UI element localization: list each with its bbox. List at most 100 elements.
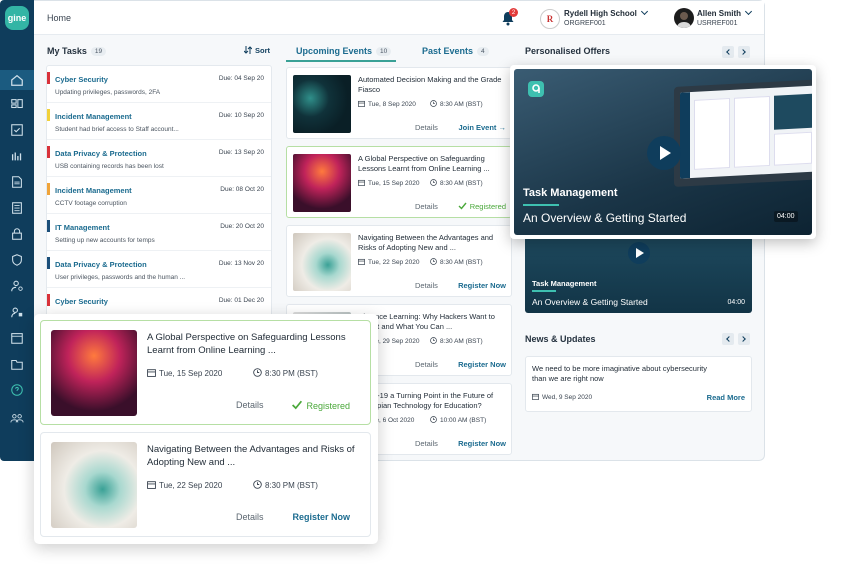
school-name: Rydell High School [564,9,637,18]
clock-icon [430,258,437,265]
team-icon[interactable] [7,410,27,426]
lock-icon[interactable] [7,226,27,242]
event-card[interactable]: A Global Perspective on Safeguarding Les… [286,146,512,218]
event-thumbnail [293,75,351,133]
event-action-label: Registered [306,401,350,411]
reports-icon[interactable] [7,148,27,164]
shield-icon[interactable] [7,252,27,268]
details-link[interactable]: Details [415,202,438,211]
news-prev-button[interactable] [722,333,734,345]
details-link[interactable]: Details [236,512,264,522]
event-time: 8:30 PM (BST) [253,368,318,378]
event-date-text: Tue, 22 Sep 2020 [159,481,223,490]
event-card[interactable]: Navigating Between the Advantages and Ri… [286,225,512,297]
event-title: Navigating Between the Advantages and Ri… [358,233,494,252]
tasks-list-icon[interactable] [7,200,27,216]
breadcrumb[interactable]: Home [47,13,71,23]
event-date-text: Tue, 8 Sep 2020 [368,101,416,108]
avatar[interactable] [674,8,694,28]
task-due-date: Due: 20 Oct 20 [220,223,264,230]
task-title: Cyber Security [55,75,108,84]
preview-panel [774,93,812,130]
calendar-icon [358,179,365,186]
task-due-date: Due: 01 Dec 20 [218,297,264,304]
task-row[interactable]: IT Management Due: 20 Oct 20 Setting up ne… [47,214,271,251]
admin-icon[interactable] [7,304,27,320]
read-more-link[interactable]: Read More [707,393,745,402]
school-switcher[interactable]: Rydell High School [564,7,648,18]
event-title: Navigating Between the Advantages and Ri… [147,444,355,468]
sort-icon [244,46,252,54]
task-row[interactable]: Incident Management Due: 10 Sep 20 Student… [47,103,271,140]
offer-card-accent [532,290,556,292]
event-card[interactable]: Automated Decision Making and the Grade … [286,67,512,139]
dashboard-icon[interactable] [7,96,27,112]
featured-video[interactable]: Task Management An Overview & Getting St… [514,69,812,235]
details-link[interactable]: Details [415,360,438,369]
folder-icon[interactable] [7,356,27,372]
registered-status: Registered [458,202,506,211]
featured-subtitle: An Overview & Getting Started [523,211,687,225]
task-row[interactable]: Incident Management Due: 08 Oct 20 CCTV fo… [47,177,271,214]
event-date-text: Tue, 22 Sep 2020 [368,259,420,266]
event-time: 8:30 PM (BST) [253,480,318,490]
offer-card-title: Task Management [532,279,597,288]
tab-past-label: Past Events [422,46,474,56]
play-icon [660,146,671,160]
priority-marker [47,220,50,232]
task-description: Student had brief access to Staff accoun… [55,126,179,133]
event-date: Tue, 22 Sep 2020 [147,480,222,490]
registered-status: Registered [291,400,350,411]
tasks-count: 19 [90,47,107,56]
details-link[interactable]: Details [415,123,438,132]
user-menu[interactable]: Allen Smith [697,7,753,18]
join-event-button[interactable]: Join Event → [458,123,506,132]
register-now-button[interactable]: Register Now [292,512,350,522]
event-time-text: 8:30 AM (BST) [440,101,483,108]
details-link[interactable]: Details [415,281,438,290]
offers-prev-button[interactable] [722,46,734,58]
news-headline: We need to be more imaginative about cyb… [532,364,707,383]
app-logo[interactable]: gine [5,6,29,30]
details-link[interactable]: Details [415,439,438,448]
event-card-large[interactable]: Navigating Between the Advantages and Ri… [40,432,371,537]
play-button[interactable] [647,136,681,170]
task-row[interactable]: Data Privacy & Protection Due: 13 Sep 20 U… [47,140,271,177]
register-now-button[interactable]: Register Now [458,439,506,448]
clock-icon [430,337,437,344]
tab-upcoming-label: Upcoming Events [296,46,373,56]
sort-button[interactable]: Sort [244,46,270,55]
play-button[interactable] [628,242,650,264]
checklist-icon[interactable] [7,122,27,138]
chevron-right-icon [740,49,746,55]
task-row[interactable]: Cyber Security Due: 04 Sep 20 Updating pri… [47,66,271,103]
event-time-text: 8:30 AM (BST) [440,259,483,266]
home-icon[interactable] [7,72,27,88]
register-now-button[interactable]: Register Now [458,360,506,369]
news-card[interactable]: We need to be more imaginative about cyb… [525,356,752,412]
task-due-date: Due: 10 Sep 20 [218,112,264,119]
offers-next-button[interactable] [738,46,750,58]
user-settings-icon[interactable] [7,278,27,294]
tasks-title-text: My Tasks [47,46,87,56]
tab-past-events[interactable]: Past Events 4 [422,46,489,56]
documents-icon[interactable] [7,174,27,190]
register-now-button[interactable]: Register Now [458,281,506,290]
details-link[interactable]: Details [236,400,264,410]
tab-upcoming-events[interactable]: Upcoming Events 10 [296,46,392,56]
event-card-large[interactable]: A Global Perspective on Safeguarding Les… [40,320,371,425]
sort-label: Sort [255,46,270,55]
task-title: Cyber Security [55,297,108,306]
user-name: Allen Smith [697,9,742,18]
tab-upcoming-count: 10 [376,47,392,56]
task-row[interactable]: Data Privacy & Protection Due: 13 Nov 20 U… [47,251,271,288]
featured-offer-popup[interactable]: Task Management An Overview & Getting St… [510,65,816,239]
task-list: Cyber Security Due: 04 Sep 20 Updating pri… [46,65,272,320]
tasks-title: My Tasks 19 [47,46,107,56]
news-next-button[interactable] [738,333,750,345]
offer-card-video[interactable]: Task Management An Overview & Getting St… [525,233,752,313]
clock-icon [253,368,262,377]
calendar-icon [147,481,156,489]
help-icon[interactable] [7,382,27,398]
calendar-icon[interactable] [7,330,27,346]
